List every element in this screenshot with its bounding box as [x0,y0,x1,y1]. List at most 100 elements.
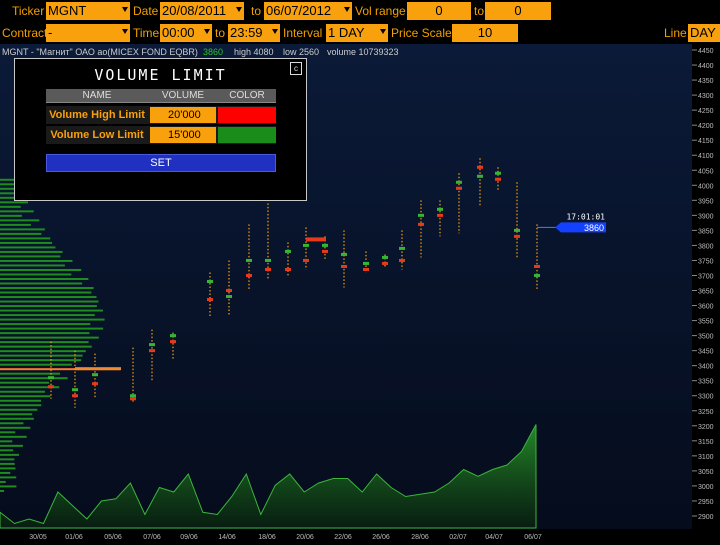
profile-bar [0,291,92,294]
date-from-select[interactable]: 20/08/2011 [160,2,244,20]
col-name: NAME [82,90,112,101]
profile-bar [0,210,34,213]
profile-bar [0,345,92,348]
time-from-value: 00:00 [162,25,195,40]
candle-open [303,258,309,262]
date-from-value: 20/08/2011 [162,3,227,18]
profile-bar [0,336,99,339]
candle-close [207,279,213,283]
candle-close [92,373,98,377]
profile-bar [0,485,17,488]
profile-bar [0,300,99,303]
ticker-select[interactable]: MGNT [46,2,130,20]
date-to-select[interactable]: 06/07/2012 [264,2,352,20]
candle-open [285,267,291,271]
price-scale-input[interactable]: 10 [452,24,518,42]
volume-low-row: Volume Low Limit 15'000 [46,126,276,144]
candle-open [363,267,369,271]
profile-bar [0,399,42,402]
candle-close [341,252,347,256]
time-from-select[interactable]: 00:00 [160,24,212,42]
volume-high-input[interactable]: 20'000 [150,107,216,123]
y-tick-label: 4000 [698,183,714,190]
candle-close [322,243,328,247]
y-tick-label: 3550 [698,319,714,326]
y-tick-label: 3100 [698,454,714,461]
volume-low-input[interactable]: 15'000 [150,127,216,143]
profile-bar [0,359,82,362]
y-tick-label: 3400 [698,364,714,371]
chevron-down-icon [122,7,128,12]
vol-to-input[interactable]: 0 [485,2,551,20]
candle-open [265,267,271,271]
col-volume: VOLUME [161,90,205,101]
profile-bar [0,309,104,312]
candle-open [382,261,388,265]
chevron-down-icon [380,29,386,34]
y-tick-label: 3850 [698,228,714,235]
candle-open [72,394,78,398]
candle-close [130,394,136,398]
x-tick-label: 07/06 [143,534,161,541]
candle-open [48,385,54,389]
candle-open [246,273,252,277]
last-price-info: 3860 [203,47,223,57]
y-tick-label: 4150 [698,138,714,145]
y-tick-label: 3900 [698,213,714,220]
candle-open [149,349,155,353]
y-tick-label: 3350 [698,379,714,386]
profile-bar [0,318,105,321]
current-time-value: 17:01:01 [566,212,605,221]
profile-bar [0,255,61,258]
profile-bar [0,471,11,474]
set-button[interactable]: SET [46,154,276,172]
time-to-select[interactable]: 23:59 [228,24,280,42]
profile-bar [0,422,24,425]
close-button[interactable]: c [290,62,302,75]
profile-bar [0,449,14,452]
dialog-title: VOLUME LIMIT [94,66,227,84]
y-tick-label: 3500 [698,334,714,341]
y-tick-label: 3950 [698,198,714,205]
profile-bar [0,305,97,308]
chevron-down-icon [272,29,278,34]
y-tick-label: 4400 [698,63,714,70]
candle-open [322,249,328,253]
volume-low-color-swatch[interactable] [218,127,276,143]
time-label: Time [133,26,160,40]
chevron-down-icon [204,29,210,34]
y-tick-label: 3150 [698,439,714,446]
volume-limit-dialog: VOLUME LIMIT c NAME VOLUME COLOR Volume … [14,58,307,201]
x-tick-label: 26/06 [372,534,390,541]
candle-open [534,264,540,268]
contract-select[interactable]: - [46,24,130,42]
candle-close [495,171,501,175]
profile-bar [0,282,83,285]
candle-open [456,186,462,190]
col-color: COLOR [229,90,265,101]
vol-to-label: to [474,4,485,18]
date-to-value: 06/07/2012 [266,3,332,18]
profile-bar [0,273,72,276]
y-tick-label: 2950 [698,499,714,506]
interval-select[interactable]: 1 DAY [326,24,388,42]
candle-close [363,261,369,265]
candle-close [303,243,309,247]
candle-open [226,289,232,293]
y-tick-label: 3050 [698,469,714,476]
toolbar-row-2: Contract - Time 00:00 to 23:59 Interval … [0,22,720,44]
line-select[interactable]: DAY [688,24,720,42]
volume-high-color-swatch[interactable] [218,107,276,123]
y-tick-label: 3450 [698,349,714,356]
date-label: Date [133,4,159,18]
candle-open [418,222,424,226]
vol-from-input[interactable]: 0 [407,2,471,20]
profile-bar [0,341,89,344]
candle-close [265,258,271,262]
candle-close [456,180,462,184]
candle-open [514,234,520,238]
y-tick-label: 3000 [698,484,714,491]
candle-close [399,246,405,250]
profile-bar [0,440,13,443]
profile-bar [0,268,82,271]
